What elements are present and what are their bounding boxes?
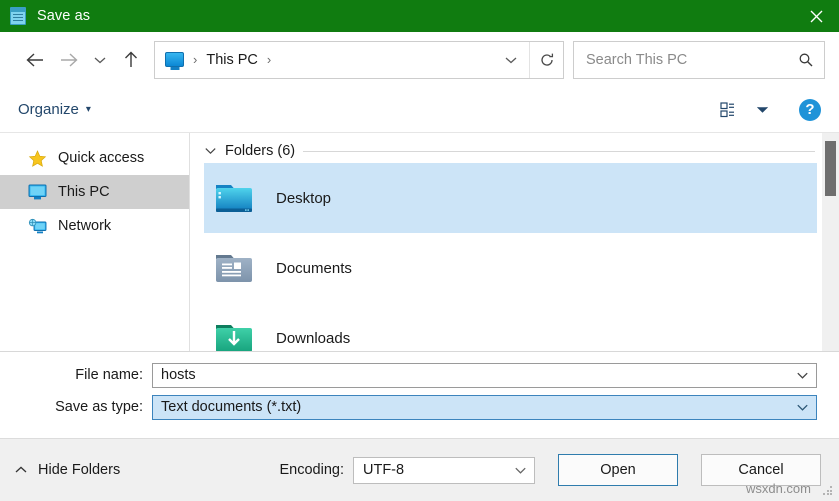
cancel-label: Cancel	[738, 462, 784, 478]
refresh-icon	[540, 53, 553, 66]
sidebar-item-network[interactable]: Network	[0, 209, 189, 243]
arrow-right-icon	[61, 52, 78, 67]
hide-folders-label: Hide Folders	[38, 462, 121, 478]
close-button[interactable]	[793, 0, 839, 32]
file-name-input[interactable]: hosts	[152, 362, 817, 388]
breadcrumb-separator-2[interactable]: ›	[267, 52, 271, 67]
toolbar: Organize ▾ ?	[0, 87, 839, 133]
sidebar-item-label: This PC	[58, 184, 110, 200]
forward-button[interactable]	[52, 43, 86, 77]
file-list-scrollbar[interactable]	[822, 133, 839, 351]
open-label: Open	[600, 462, 636, 478]
file-name-row: File name: hosts	[0, 362, 817, 388]
breadcrumb-this-pc[interactable]: This PC	[206, 52, 258, 68]
star-icon	[28, 149, 47, 167]
dialog-body: Quick access This PC Network Folders (6)…	[0, 133, 839, 352]
up-button[interactable]	[114, 43, 148, 77]
hide-folders-button[interactable]: Hide Folders	[14, 462, 120, 478]
file-name-label: File name:	[75, 367, 143, 383]
chevron-down-icon[interactable]	[506, 466, 534, 475]
search-icon[interactable]	[798, 52, 814, 68]
scrollbar-thumb[interactable]	[825, 141, 836, 196]
navigation-bar: › This PC ›	[0, 32, 839, 87]
this-pc-icon	[165, 52, 184, 67]
chevron-down-icon[interactable]	[788, 364, 816, 387]
chevron-up-icon	[15, 466, 27, 473]
notepad-icon	[10, 7, 26, 25]
help-button[interactable]: ?	[799, 98, 821, 121]
open-button[interactable]: Open	[558, 454, 678, 486]
watermark: wsxdn.com	[745, 481, 811, 496]
group-divider	[303, 150, 815, 152]
search-input[interactable]	[586, 51, 798, 68]
save-as-type-value: Text documents (*.txt)	[161, 399, 302, 415]
chevron-down-icon: ▾	[85, 104, 91, 115]
organize-label: Organize	[18, 101, 79, 118]
sidebar-item-label: Network	[58, 218, 112, 234]
chevron-down-icon	[756, 106, 768, 113]
sidebar-item-label: Quick access	[58, 150, 145, 166]
refresh-button[interactable]	[529, 41, 563, 78]
toolbar-right-group: ?	[717, 97, 821, 123]
search-box[interactable]	[573, 40, 825, 79]
file-item-documents[interactable]: Documents	[204, 233, 817, 303]
address-bar[interactable]: › This PC ›	[154, 40, 564, 79]
chevron-down-icon	[505, 57, 517, 63]
file-item-downloads[interactable]: Downloads	[204, 303, 817, 351]
chevron-down-icon	[94, 57, 106, 63]
save-as-type-select[interactable]: Text documents (*.txt)	[152, 394, 817, 420]
organize-button[interactable]: Organize ▾	[18, 101, 91, 118]
save-as-type-label: Save as type:	[55, 399, 143, 415]
close-icon	[810, 10, 822, 22]
arrow-up-icon	[125, 51, 137, 67]
address-dropdown-button[interactable]	[493, 42, 529, 78]
file-name-value: hosts	[161, 367, 196, 383]
encoding-select[interactable]: UTF-8	[353, 456, 535, 484]
save-as-type-row: Save as type: Text documents (*.txt)	[0, 394, 817, 420]
recent-locations-button[interactable]	[86, 43, 114, 77]
this-pc-icon	[28, 184, 47, 201]
help-label: ?	[805, 101, 815, 118]
view-mode-dropdown-button[interactable]	[749, 97, 775, 123]
file-item-label: Downloads	[276, 329, 351, 347]
file-item-label: Documents	[276, 259, 352, 277]
folders-group-label: Folders (6)	[225, 143, 296, 159]
folders-group-header[interactable]: Folders (6)	[204, 133, 839, 163]
navigation-pane: Quick access This PC Network	[0, 133, 190, 351]
file-item-desktop[interactable]: Desktop	[204, 163, 817, 233]
breadcrumb-separator-1: ›	[193, 52, 198, 67]
network-icon	[28, 218, 47, 235]
folder-documents-icon	[212, 248, 260, 288]
dialog-footer: Hide Folders Encoding: UTF-8 Open Cancel…	[0, 438, 839, 501]
footer-right-group: Encoding: UTF-8 Open Cancel	[279, 454, 821, 486]
folder-desktop-icon	[212, 178, 260, 218]
file-list[interactable]: Folders (6) Desktop Documents Downloads	[190, 133, 839, 351]
title-bar: Save as	[0, 0, 839, 32]
folder-downloads-icon	[212, 318, 260, 351]
resize-grip[interactable]	[823, 486, 833, 496]
file-fields: File name: hosts Save as type: Text docu…	[0, 352, 839, 438]
view-mode-button[interactable]	[717, 97, 743, 123]
encoding-value: UTF-8	[363, 462, 405, 478]
sidebar-item-quick-access[interactable]: Quick access	[0, 141, 189, 175]
sidebar-item-this-pc[interactable]: This PC	[0, 175, 189, 209]
chevron-down-icon[interactable]	[204, 146, 217, 156]
encoding-label: Encoding:	[279, 462, 345, 478]
view-details-icon	[720, 101, 734, 117]
chevron-down-icon[interactable]	[788, 396, 816, 419]
save-as-dialog: Save as › This PC › Search This PC Organ…	[0, 0, 839, 501]
window-title: Save as	[37, 8, 91, 24]
back-button[interactable]	[18, 43, 52, 77]
file-item-label: Desktop	[276, 189, 332, 207]
arrow-left-icon	[26, 52, 43, 67]
